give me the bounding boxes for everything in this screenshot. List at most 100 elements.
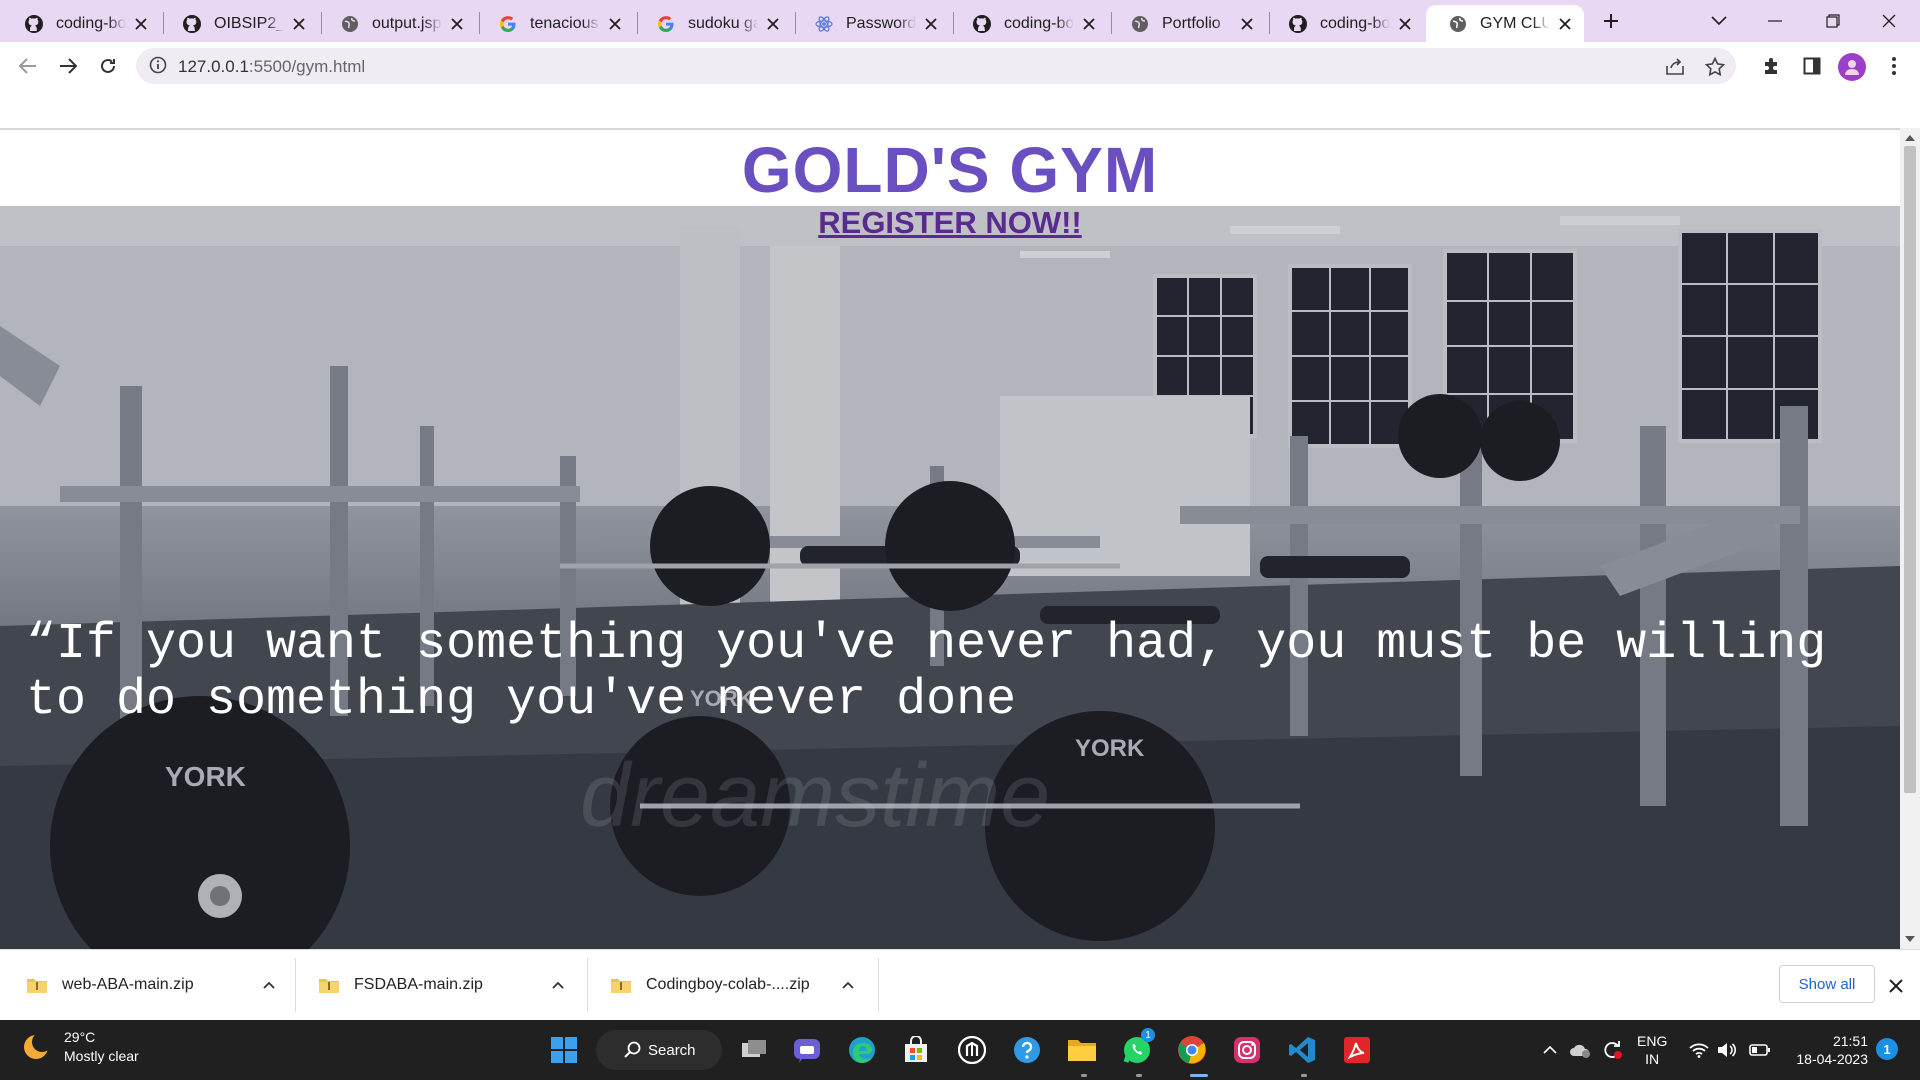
tab-tenacious[interactable]: tenacious - xyxy=(476,5,634,42)
tab-portfolio[interactable]: Portfolio xyxy=(1108,5,1266,42)
page-scrollbar[interactable] xyxy=(1900,128,1920,949)
download-item[interactable]: Codingboy-colab-....zip xyxy=(610,950,870,1020)
whatsapp-badge: 1 xyxy=(1141,1028,1155,1042)
profile-avatar[interactable] xyxy=(1838,53,1866,81)
whatsapp-icon[interactable]: 1 xyxy=(1119,1028,1155,1068)
downloads-bar: web-ABA-main.zip FSDABA-main.zip Codingb… xyxy=(0,949,1920,1020)
github-icon xyxy=(182,14,202,34)
close-icon[interactable] xyxy=(132,15,150,33)
wifi-icon[interactable] xyxy=(1687,1038,1711,1062)
taskbar-search[interactable]: Search xyxy=(596,1030,722,1070)
url-text: 127.0.0.1:5500/gym.html xyxy=(178,57,365,77)
forward-button[interactable] xyxy=(52,50,84,82)
windows-start-icon[interactable] xyxy=(546,1032,582,1068)
page-viewport: GOLD'S GYM YORK YORK YORK dreamstime REG… xyxy=(0,89,1920,949)
tab-title: Portfolio xyxy=(1162,14,1221,32)
clock-time: 21:51 xyxy=(1832,1033,1868,1049)
close-icon[interactable] xyxy=(1396,15,1414,33)
tab-output-jsp[interactable]: output.jsp xyxy=(318,5,476,42)
bookmark-star-icon[interactable] xyxy=(1704,56,1726,78)
lang-bottom: IN xyxy=(1645,1051,1660,1067)
close-icon[interactable] xyxy=(1556,15,1574,33)
address-bar[interactable]: 127.0.0.1:5500/gym.html xyxy=(136,48,1736,84)
volume-icon[interactable] xyxy=(1715,1038,1739,1062)
restore-button[interactable] xyxy=(1816,6,1850,36)
browser-toolbar: 127.0.0.1:5500/gym.html xyxy=(0,42,1920,89)
scroll-down-icon[interactable] xyxy=(1904,933,1916,945)
url-host: 127.0.0.1 xyxy=(178,57,249,76)
reload-button[interactable] xyxy=(92,50,124,82)
close-icon[interactable] xyxy=(764,15,782,33)
weather-desc: Mostly clear xyxy=(64,1048,139,1064)
new-tab-button[interactable] xyxy=(1594,6,1628,36)
tab-title: Password G xyxy=(846,14,916,32)
notification-badge[interactable]: 1 xyxy=(1876,1038,1898,1060)
download-item[interactable]: FSDABA-main.zip xyxy=(318,950,568,1020)
close-icon[interactable] xyxy=(448,15,466,33)
download-filename: web-ABA-main.zip xyxy=(62,976,194,993)
system-clock[interactable]: 21:51 18-04-2023 xyxy=(1788,1032,1868,1068)
tab-gym-club[interactable]: GYM CLUB xyxy=(1426,5,1584,42)
edge-browser-icon[interactable] xyxy=(844,1032,880,1068)
scroll-up-icon[interactable] xyxy=(1904,132,1916,144)
close-icon[interactable] xyxy=(290,15,308,33)
file-explorer-icon[interactable] xyxy=(1064,1032,1100,1068)
download-item[interactable]: web-ABA-main.zip xyxy=(26,950,276,1020)
sync-error-icon[interactable] xyxy=(1600,1038,1624,1062)
task-view-icon[interactable] xyxy=(736,1032,772,1068)
onedrive-cloud-icon[interactable] xyxy=(1568,1038,1592,1062)
language-indicator[interactable]: ENG IN xyxy=(1637,1032,1667,1068)
tab-password-generator[interactable]: Password G xyxy=(792,5,950,42)
teams-chat-icon[interactable] xyxy=(789,1032,825,1068)
google-icon xyxy=(656,14,676,34)
battery-icon[interactable] xyxy=(1748,1038,1772,1062)
scroll-thumb[interactable] xyxy=(1904,146,1916,793)
share-icon[interactable] xyxy=(1664,56,1686,78)
help-icon[interactable] xyxy=(1009,1032,1045,1068)
side-panel-icon[interactable] xyxy=(1796,50,1828,82)
tab-search-chevron-icon[interactable] xyxy=(1702,6,1736,36)
microsoft-store-icon[interactable] xyxy=(898,1032,934,1068)
weather-temp: 29°C xyxy=(64,1029,96,1045)
tab-title: GYM CLUB xyxy=(1480,14,1550,32)
menu-kebab-icon[interactable] xyxy=(1878,50,1910,82)
extensions-puzzle-icon[interactable] xyxy=(1756,50,1788,82)
react-icon xyxy=(814,14,834,34)
register-now-link[interactable]: REGISTER NOW!! xyxy=(0,205,1900,241)
tab-coding-boy-3[interactable]: coding-boy xyxy=(1266,5,1424,42)
adobe-acrobat-icon[interactable] xyxy=(1339,1032,1375,1068)
tab-title: coding-boy xyxy=(56,14,126,32)
page-title: GOLD'S GYM xyxy=(741,134,1159,206)
site-info-icon[interactable] xyxy=(149,56,169,76)
chevron-up-icon[interactable] xyxy=(258,974,280,996)
tab-title: tenacious - xyxy=(530,14,600,32)
chevron-up-icon[interactable] xyxy=(547,974,569,996)
chevron-up-icon[interactable] xyxy=(837,974,859,996)
zip-folder-icon xyxy=(611,979,631,993)
page-divider xyxy=(0,128,1900,130)
zip-folder-icon xyxy=(319,979,339,993)
tab-title: coding-boy xyxy=(1320,14,1390,32)
download-filename: FSDABA-main.zip xyxy=(354,976,483,993)
close-downloads-icon[interactable] xyxy=(1884,974,1908,998)
chevron-up-tray-icon[interactable] xyxy=(1538,1038,1562,1062)
close-icon[interactable] xyxy=(1238,15,1256,33)
app-hex-icon[interactable] xyxy=(954,1032,990,1068)
tab-coding-boy-1[interactable]: coding-boy xyxy=(2,5,160,42)
tab-oibsip[interactable]: OIBSIP2_1/ xyxy=(160,5,318,42)
instagram-icon[interactable] xyxy=(1229,1032,1265,1068)
minimize-button[interactable] xyxy=(1758,6,1792,36)
url-path: :5500/gym.html xyxy=(248,57,366,76)
close-icon[interactable] xyxy=(606,15,624,33)
show-all-button[interactable]: Show all xyxy=(1779,965,1875,1003)
tab-sudoku[interactable]: sudoku gan xyxy=(634,5,792,42)
close-icon[interactable] xyxy=(1080,15,1098,33)
close-icon[interactable] xyxy=(922,15,940,33)
close-window-button[interactable] xyxy=(1872,6,1906,36)
back-button[interactable] xyxy=(12,50,44,82)
weather-widget[interactable]: 29°C Mostly clear xyxy=(22,1028,139,1066)
chrome-icon[interactable] xyxy=(1174,1032,1210,1068)
tab-coding-boy-2[interactable]: coding-boy xyxy=(950,5,1108,42)
motivational-quote: “If you want something you've never had,… xyxy=(26,616,1827,729)
vscode-icon[interactable] xyxy=(1284,1032,1320,1068)
